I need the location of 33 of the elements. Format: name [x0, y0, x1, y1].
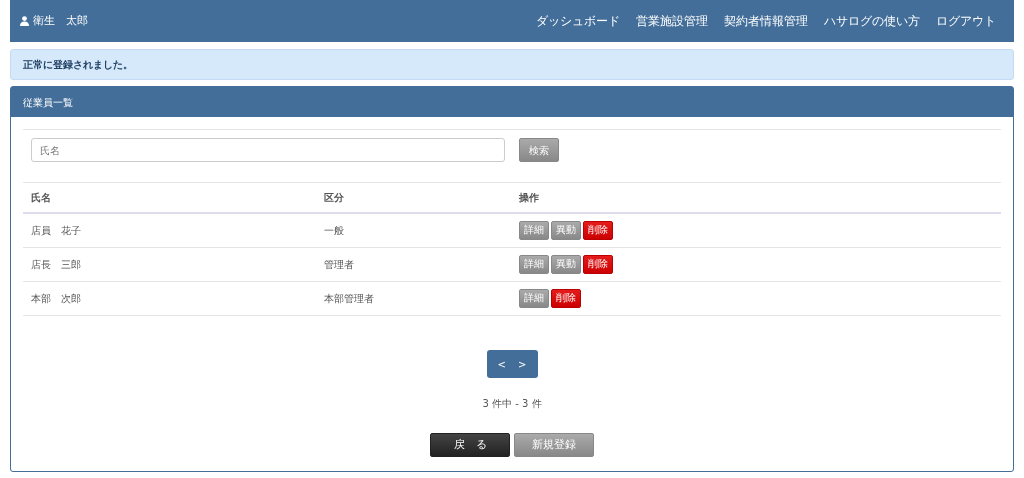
table-cell-text: 一般	[324, 224, 345, 238]
column-header: 区分	[324, 191, 345, 205]
delete-button[interactable]: 削除	[583, 255, 613, 274]
delete-button[interactable]: 削除	[551, 289, 581, 308]
table-cell-text: 店員 花子	[31, 224, 82, 238]
table-cell-text: 本部管理者	[324, 292, 375, 306]
detail-button[interactable]: 詳細	[519, 289, 549, 308]
back-button[interactable]: 戻 る	[430, 433, 510, 457]
nav-link[interactable]: ログアウト	[936, 12, 996, 30]
nav-link[interactable]: 営業施設管理	[636, 12, 708, 30]
search-button[interactable]: 検索	[519, 138, 559, 162]
nav-link[interactable]: ダッシュボード	[536, 12, 620, 30]
delete-button[interactable]: 削除	[583, 221, 613, 240]
column-header: 氏名	[31, 191, 52, 205]
table-cell-text: 店長 三郎	[31, 258, 82, 272]
name-search-field[interactable]: 氏名	[31, 138, 505, 162]
previous-page-button[interactable]: <	[491, 356, 512, 372]
detail-button[interactable]: 詳細	[519, 221, 549, 240]
next-page-button[interactable]: >	[512, 356, 533, 372]
user-icon	[20, 16, 29, 26]
detail-button[interactable]: 詳細	[519, 255, 549, 274]
result-count: 3 件中 - 3 件	[482, 397, 542, 411]
register-button[interactable]: 新規登録	[514, 433, 594, 457]
transfer-button[interactable]: 異動	[551, 255, 581, 274]
table-cell-text: 本部 次郎	[31, 292, 82, 306]
user-name: 衛生 太郎	[33, 13, 88, 29]
nav-link[interactable]: ハサログの使い方	[824, 12, 920, 30]
column-header: 操作	[519, 191, 539, 205]
panel-title: 従業員一覧	[23, 95, 73, 110]
table-cell-text: 管理者	[324, 258, 355, 272]
nav-link[interactable]: 契約者情報管理	[724, 12, 808, 30]
transfer-button[interactable]: 異動	[551, 221, 581, 240]
success-alert: 正常に登録されました。	[10, 49, 1014, 80]
